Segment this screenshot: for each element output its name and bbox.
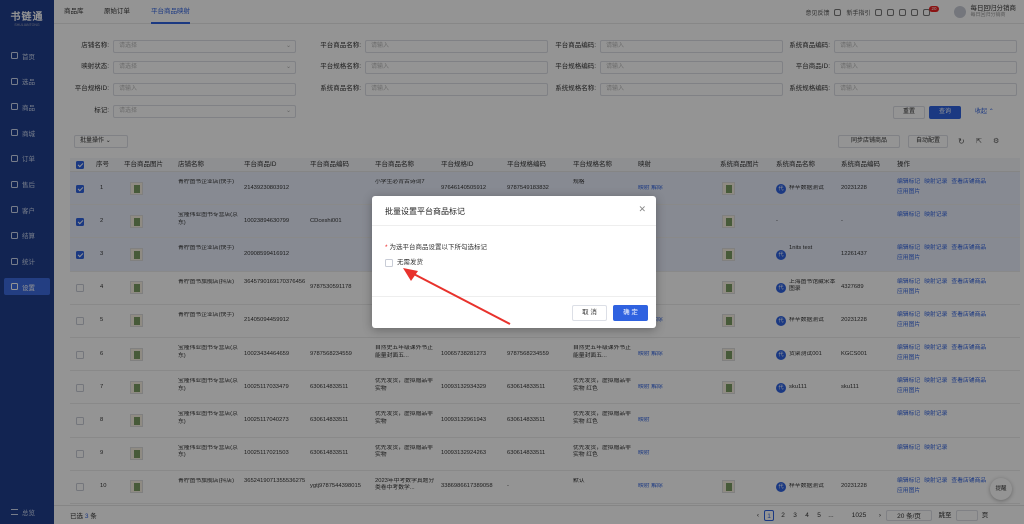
required-asterisk: * xyxy=(385,244,388,251)
no-shipping-checkbox[interactable] xyxy=(385,259,393,267)
confirm-button[interactable]: 确 定 xyxy=(613,305,648,321)
modal-hint-text: 为选平台商品设置以下所勾选标记 xyxy=(389,244,488,251)
batch-mark-modal: 批量设置平台商品标记 ✕ * 为选平台商品设置以下所勾选标记 无需发货 取 消 确… xyxy=(372,196,656,328)
modal-title: 批量设置平台商品标记 xyxy=(385,207,465,216)
modal-footer-divider xyxy=(372,296,656,297)
no-shipping-label[interactable]: 无需发货 xyxy=(397,259,423,267)
modal-divider xyxy=(372,225,656,226)
modal-hint: * 为选平台商品设置以下所勾选标记 xyxy=(385,241,487,251)
cancel-button[interactable]: 取 消 xyxy=(572,305,607,321)
close-icon[interactable]: ✕ xyxy=(638,204,646,215)
